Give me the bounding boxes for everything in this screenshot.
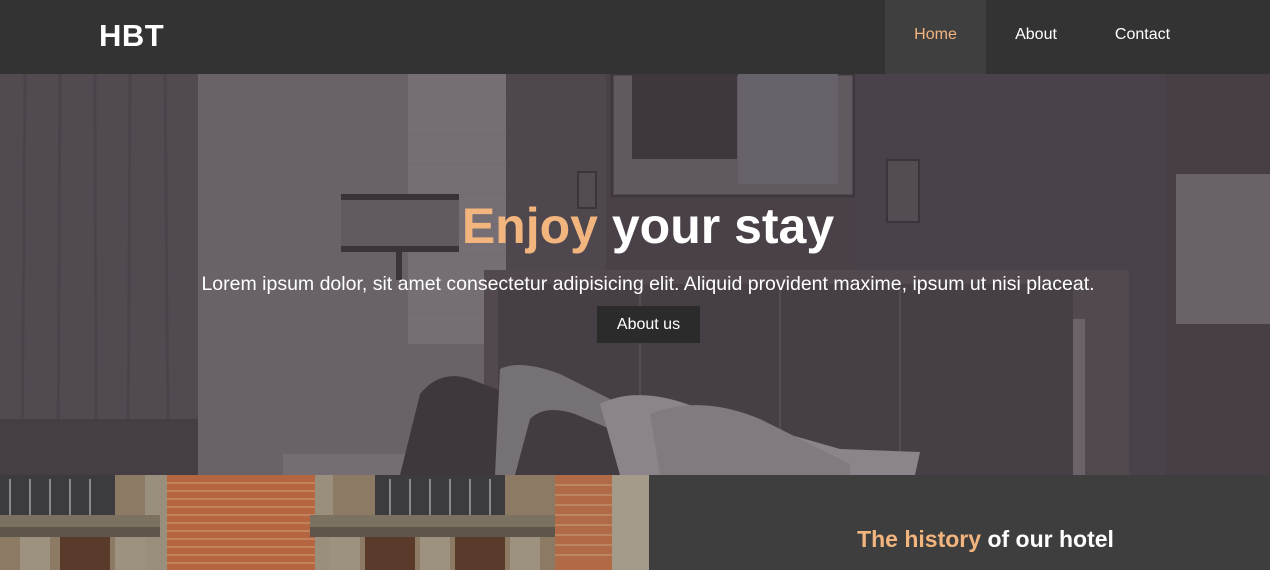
about-us-button[interactable]: About us: [597, 306, 700, 343]
main-nav: Home About Contact: [885, 0, 1199, 74]
hero-title-rest: your stay: [611, 198, 835, 254]
hotel-building-image: [0, 475, 649, 570]
hero-description: Lorem ipsum dolor, sit amet consectetur …: [201, 273, 1095, 295]
hero-title-accent: Enjoy: [461, 198, 598, 254]
hero-title: Enjoy your stay: [0, 197, 1270, 255]
nav-item-contact[interactable]: Contact: [1086, 0, 1199, 74]
site-header: HBT Home About Contact: [0, 0, 1270, 74]
site-logo[interactable]: HBT: [99, 18, 164, 54]
history-panel: The history of our hotel: [649, 475, 1270, 570]
history-title-accent: The history: [857, 526, 982, 552]
hero-section: Enjoy your stay Lorem ipsum dolor, sit a…: [0, 74, 1270, 475]
nav-item-about[interactable]: About: [986, 0, 1086, 74]
history-title-rest: of our hotel: [987, 526, 1114, 552]
history-title: The history of our hotel: [649, 526, 1270, 553]
nav-item-home[interactable]: Home: [885, 0, 986, 74]
